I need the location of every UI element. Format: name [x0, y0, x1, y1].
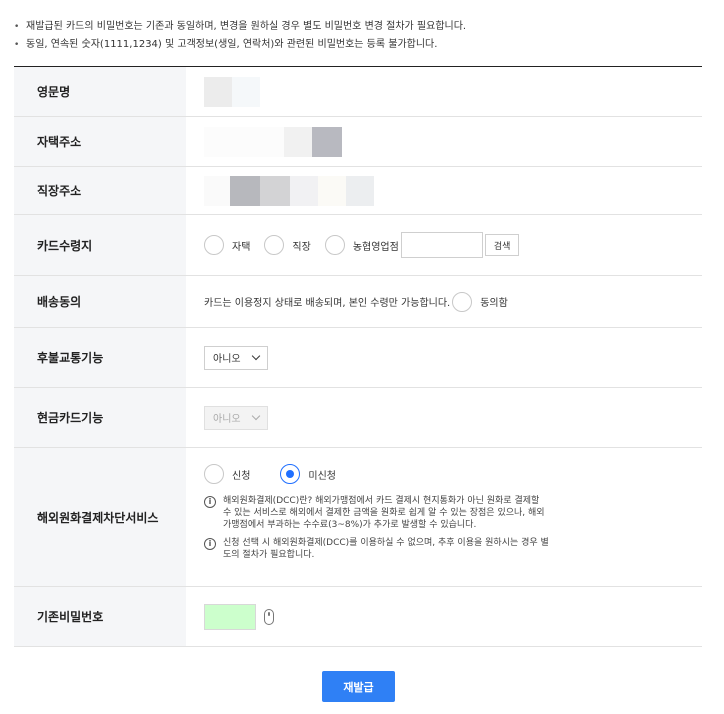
work-address-label: 직장주소	[14, 167, 186, 214]
password-field[interactable]	[204, 603, 256, 630]
agree-radio[interactable]: 동의함	[452, 291, 508, 312]
info-icon: i	[204, 538, 216, 550]
radio-circle-selected[interactable]	[280, 464, 301, 484]
notice-item: 동일, 연속된 숫자(1111,1234) 및 고객정보(생일, 연락처)와 관…	[14, 36, 704, 54]
radio-circle[interactable]	[452, 291, 473, 312]
notice-list: 재발급된 카드의 비밀번호는 기존과 동일하며, 변경을 원하실 경우 별도 비…	[14, 18, 704, 54]
english-name-label: 영문명	[14, 67, 186, 116]
redacted-value	[290, 175, 318, 206]
branch-search-button[interactable]: 검색	[484, 234, 520, 256]
english-name-row: 영문명	[14, 67, 702, 117]
redacted-value	[346, 175, 374, 206]
dcc-info: i 해외원화결제(DCC)란? 해외가맹점에서 카드 결제시 현지통화가 아닌 …	[204, 495, 549, 531]
chevron-down-icon	[251, 351, 261, 360]
redacted-value	[232, 76, 260, 107]
delivery-consent-text: 카드는 이용정지 상태로 배송되며, 본인 수령만 가능합니다.	[204, 298, 451, 309]
radio-home[interactable]: 자택	[204, 235, 250, 255]
redacted-value	[318, 175, 346, 206]
password-row: 기존비밀번호	[14, 587, 702, 647]
redacted-value	[204, 175, 230, 206]
reissue-button[interactable]: 재발급	[322, 671, 395, 702]
redacted-value	[204, 126, 284, 157]
transit-row: 후불교통기능 아니오	[14, 328, 702, 388]
radio-circle[interactable]	[204, 464, 224, 484]
transit-label: 후불교통기능	[14, 328, 186, 387]
notice-item: 재발급된 카드의 비밀번호는 기존과 동일하며, 변경을 원하실 경우 별도 비…	[14, 18, 704, 36]
radio-circle[interactable]	[324, 235, 345, 255]
delivery-consent-row: 배송동의 카드는 이용정지 상태로 배송되며, 본인 수령만 가능합니다. 동의…	[14, 276, 702, 328]
dcc-apply-radio[interactable]: 신청	[204, 464, 250, 484]
transit-select[interactable]: 아니오	[204, 345, 268, 370]
redacted-value	[204, 76, 232, 107]
dcc-not-apply-radio[interactable]: 미신청	[280, 464, 336, 484]
card-receipt-row: 카드수령지 자택 직장 농협영업점 검색	[14, 215, 702, 276]
dcc-label: 해외원화결제차단서비스	[14, 448, 186, 586]
info-icon: i	[204, 496, 216, 508]
cash-card-label: 현금카드기능	[14, 388, 186, 447]
redacted-value	[260, 175, 290, 206]
password-label: 기존비밀번호	[14, 587, 186, 646]
chevron-down-icon	[251, 411, 261, 420]
work-address-row: 직장주소	[14, 167, 702, 215]
redacted-value	[230, 175, 260, 206]
redacted-value	[312, 126, 342, 157]
mouse-icon[interactable]	[264, 608, 274, 625]
radio-branch[interactable]: 농협영업점	[324, 235, 399, 255]
home-address-row: 자택주소	[14, 117, 702, 167]
cash-card-row: 현금카드기능 아니오	[14, 388, 702, 448]
dcc-info: i 신청 선택 시 해외원화결제(DCC)를 이용하실 수 없으며, 추후 이용…	[204, 537, 549, 561]
radio-circle[interactable]	[204, 235, 224, 255]
home-address-label: 자택주소	[14, 117, 186, 166]
radio-circle[interactable]	[264, 235, 285, 255]
card-reissue-form: 영문명 자택주소 직장주소 카드수령지 자택 직장 농협영업점 검색 배송동의 …	[14, 66, 702, 647]
cash-card-select: 아니오	[204, 405, 268, 430]
redacted-value	[284, 126, 312, 157]
radio-work[interactable]: 직장	[264, 235, 311, 255]
branch-input[interactable]	[400, 232, 483, 258]
card-receipt-label: 카드수령지	[14, 215, 186, 275]
delivery-consent-label: 배송동의	[14, 276, 186, 327]
dcc-row: 해외원화결제차단서비스 신청 미신청 i 해외원화결제(DCC)란? 해외가맹점…	[14, 448, 702, 587]
